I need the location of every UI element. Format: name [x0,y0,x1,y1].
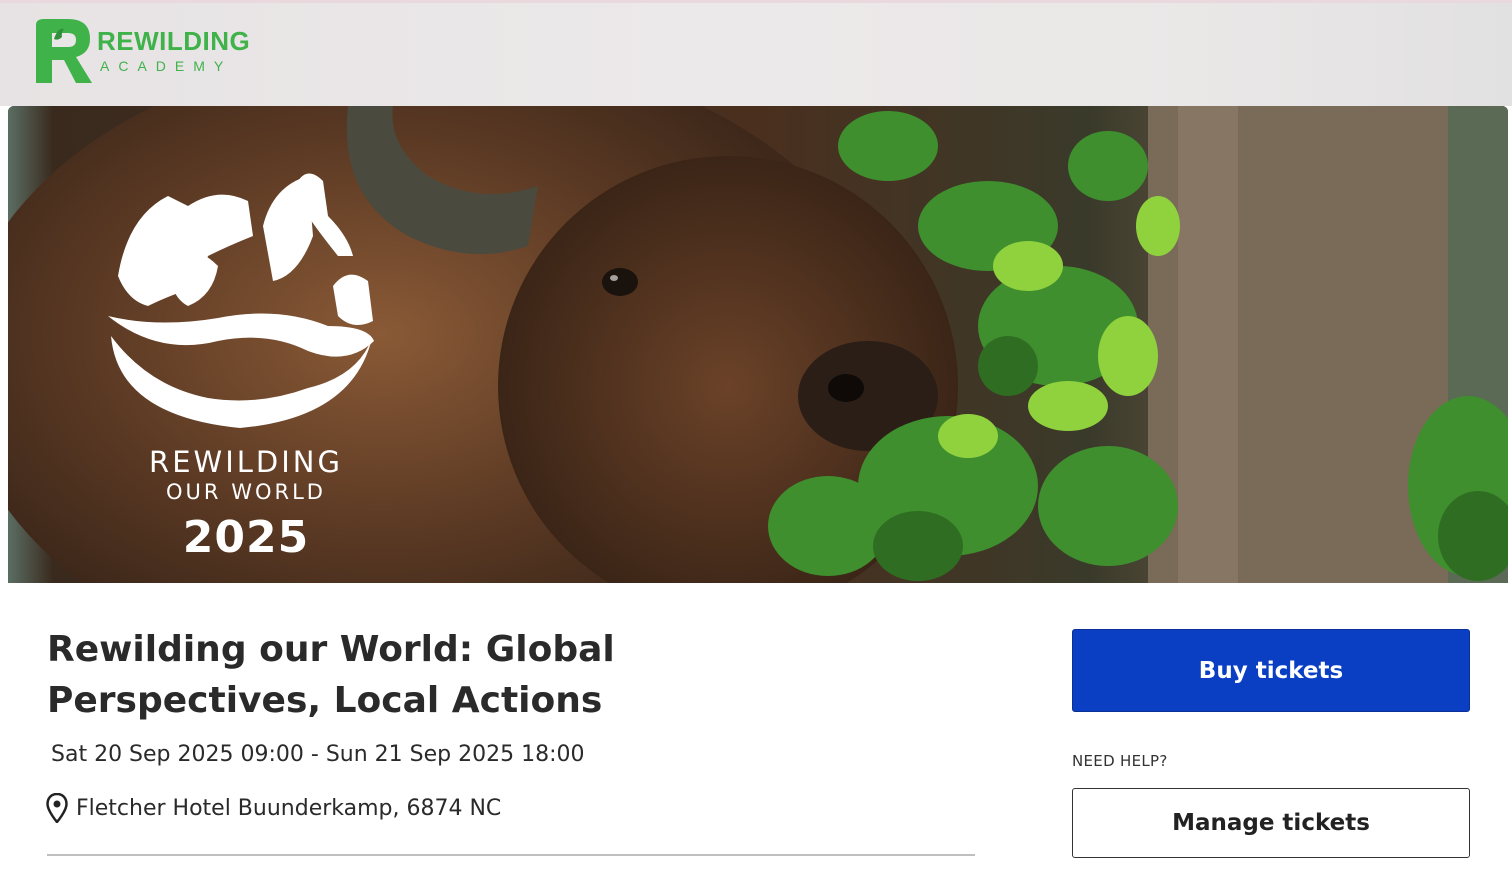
brand-name: REWILDING [97,26,251,56]
content-divider [47,854,975,856]
map-pin-icon [46,793,68,823]
event-location[interactable]: Fletcher Hotel Buunderkamp, 6874 NC [46,792,501,824]
buy-tickets-button[interactable]: Buy tickets [1072,629,1470,712]
need-help-label: NEED HELP? [1072,752,1168,770]
event-title: Rewilding our World: Global Perspectives… [47,629,615,721]
manage-tickets-button[interactable]: Manage tickets [1072,788,1470,858]
hero-caption-line1: REWILDING [149,445,343,479]
event-date: Sat 20 Sep 2025 09:00 - Sun 21 Sep 2025 … [51,742,585,767]
brand-subname: ACADEMY [100,58,233,74]
event-location-text: Fletcher Hotel Buunderkamp, 6874 NC [76,795,502,821]
brand-logo[interactable]: REWILDING ACADEMY [34,17,279,89]
site-header: REWILDING ACADEMY [0,3,1512,106]
hero-banner: REWILDING OUR WORLD 2025 [8,106,1508,583]
hero-caption-line2: OUR WORLD [166,480,326,504]
hero-caption-year: 2025 [182,512,310,563]
rewilding-logo-icon [36,19,92,83]
